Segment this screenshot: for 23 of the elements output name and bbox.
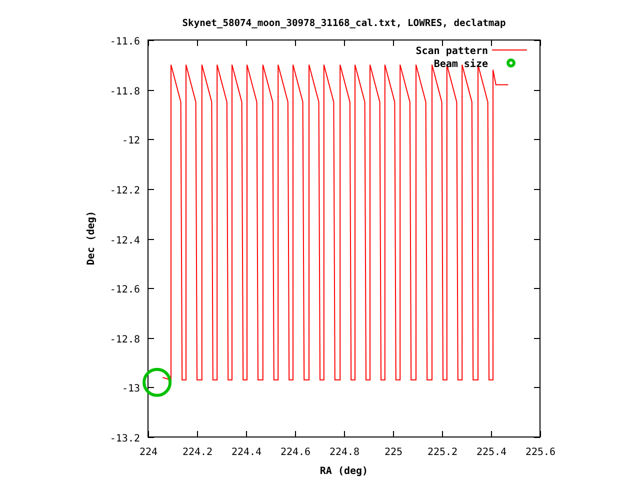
y-axis-label: Dec (deg) (86, 210, 97, 266)
y-tick-label: -12 (122, 136, 140, 146)
y-tick-label: -13 (122, 384, 140, 394)
y-tick-label: -11.8 (110, 86, 140, 98)
chart-title: Skynet_58074_moon_30978_31168_cal.txt, LOWRES, declatmap (182, 18, 506, 29)
y-tick-label: -12.8 (110, 334, 140, 346)
x-tick-label: 224.4 (231, 447, 262, 458)
y-tick-label: -12.2 (110, 186, 140, 196)
x-tick-label: 225.4 (476, 447, 507, 458)
x-tick-label: 224.8 (329, 447, 360, 458)
legend-label: Beam size (434, 59, 488, 70)
x-axis-label: RA (deg) (320, 466, 368, 477)
x-tick-label: 225 (384, 447, 403, 458)
y-tick-label: -12.4 (110, 236, 140, 246)
x-tick-label: 225.6 (525, 447, 556, 458)
y-tick-label: -12.6 (110, 284, 140, 296)
x-tick-label: 224.2 (182, 447, 213, 458)
x-tick-label: 224.6 (280, 447, 311, 458)
x-tick-label: 225.2 (427, 447, 458, 458)
y-tick-label: -11.6 (110, 36, 140, 48)
legend-label: Scan pattern (416, 46, 488, 57)
x-tick-label: 224 (139, 447, 158, 458)
y-tick-label: -13.2 (110, 434, 140, 444)
